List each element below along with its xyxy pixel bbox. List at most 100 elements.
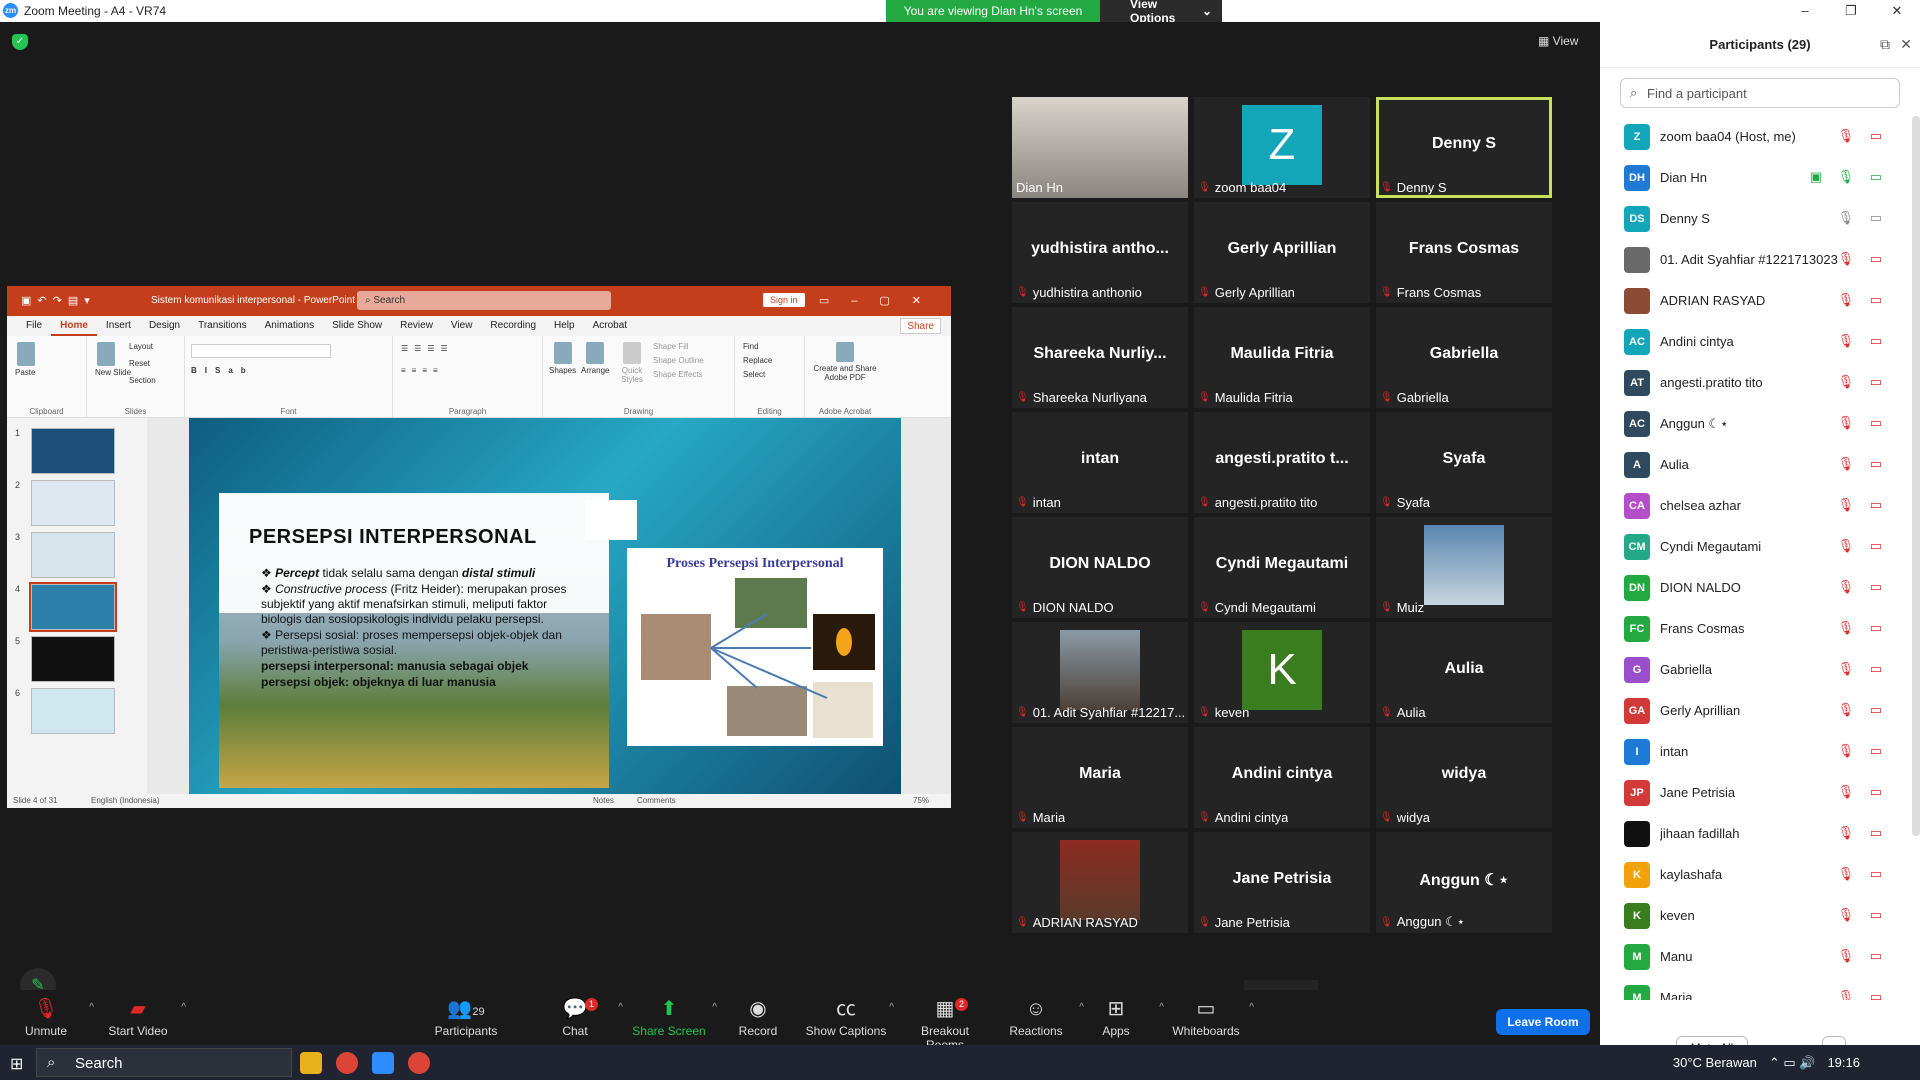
slide-thumbnail[interactable] <box>31 480 115 526</box>
participant-row[interactable]: ADRIAN RASYAD 🎙 ▭ <box>1600 280 1910 321</box>
show-captions-button[interactable]: ㏄ Show Captions ^ <box>804 996 894 1038</box>
unmute-button[interactable]: 🎙 Unmute ^ <box>4 996 94 1038</box>
participant-tile[interactable]: angesti.pratito t... 🎙 angesti.pratito tit… <box>1194 412 1370 513</box>
participant-tile[interactable]: Syafa 🎙 Syafa <box>1376 412 1552 513</box>
ppt-tab-animations[interactable]: Animations <box>256 316 323 336</box>
chrome-icon-2[interactable] <box>408 1052 430 1074</box>
ppt-tab-view[interactable]: View <box>442 316 482 336</box>
participant-tile[interactable]: Aulia 🎙 Aulia <box>1376 622 1552 723</box>
align-buttons[interactable]: ≡≡≡≡ <box>401 366 444 375</box>
ppt-signin-button[interactable]: Sign in <box>763 293 805 307</box>
slide-thumbnail[interactable] <box>31 636 115 682</box>
start-video-button[interactable]: ▰ Start Video ^ <box>96 996 186 1038</box>
participant-tile[interactable]: intan 🎙 intan <box>1012 412 1188 513</box>
font-name-select[interactable] <box>191 344 331 358</box>
participant-row[interactable]: GA Gerly Aprillian 🎙 ▭ <box>1600 690 1910 731</box>
participant-tile[interactable]: 🎙 Muiz <box>1376 517 1552 618</box>
share-screen-button[interactable]: ⬆ Share Screen ^ <box>627 996 717 1038</box>
view-button[interactable]: ▦ View <box>1538 34 1578 48</box>
ppt-tab-help[interactable]: Help <box>545 316 584 336</box>
slide-thumbnail[interactable] <box>29 582 117 632</box>
shared-screen[interactable]: ▣↶↷▤▾ Sistem komunikasi interpersonal - … <box>7 286 951 808</box>
tray-icons[interactable]: ⌃ ▭ 🔊 <box>1769 1055 1816 1071</box>
section-button[interactable]: Section <box>129 376 156 385</box>
shapes-button[interactable]: Shapes <box>549 342 576 375</box>
chevron-up-icon[interactable]: ^ <box>889 1002 894 1013</box>
chevron-up-icon[interactable]: ^ <box>89 1002 94 1013</box>
ppt-tab-acrobat[interactable]: Acrobat <box>584 316 636 336</box>
ppt-tab-transitions[interactable]: Transitions <box>189 316 256 336</box>
chevron-up-icon[interactable]: ^ <box>618 1002 623 1013</box>
zoom-level[interactable]: 75% <box>913 796 929 805</box>
participant-tile[interactable]: Andini cintya 🎙 Andini cintya <box>1194 727 1370 828</box>
participant-tile[interactable]: Maulida Fitria 🎙 Maulida Fitria <box>1194 307 1370 408</box>
participant-row[interactable]: jihaan fadillah 🎙 ▭ <box>1600 813 1910 854</box>
minimize-button[interactable]: – <box>1782 0 1828 22</box>
ppt-tab-insert[interactable]: Insert <box>97 316 140 336</box>
chevron-up-icon[interactable]: ^ <box>1249 1002 1254 1013</box>
ppt-tab-file[interactable]: File <box>17 316 51 336</box>
participant-tile[interactable]: DION NALDO 🎙 DION NALDO <box>1012 517 1188 618</box>
participant-tile[interactable]: Jane Petrisia 🎙 Jane Petrisia <box>1194 832 1370 933</box>
replace-button[interactable]: Replace <box>743 356 772 365</box>
slide-thumbnail[interactable] <box>31 532 115 578</box>
participant-tile[interactable]: Anggun ☾⋆ 🎙 Anggun ☾⋆ <box>1376 832 1552 933</box>
participant-row[interactable]: Iintan 🎙 ▭ <box>1600 731 1910 772</box>
find-button[interactable]: Find <box>743 342 759 351</box>
view-options-button[interactable]: View Options ⌄ <box>1100 0 1222 25</box>
font-format-buttons[interactable]: BISab <box>191 366 254 375</box>
participant-row[interactable]: JP Jane Petrisia 🎙 ▭ <box>1600 772 1910 813</box>
ppt-window-controls[interactable]: ▭–▢✕ <box>819 294 943 307</box>
participant-row[interactable]: G Gabriella 🎙 ▭ <box>1600 649 1910 690</box>
participant-row[interactable]: AC Andini cintya 🎙 ▭ <box>1600 321 1910 362</box>
ppt-share-button[interactable]: Share <box>900 318 941 334</box>
close-button[interactable]: ✕ <box>1874 0 1920 22</box>
zoom-taskbar-icon[interactable] <box>372 1052 394 1074</box>
breakout-rooms-button[interactable]: ▦2Breakout Rooms <box>903 996 987 1052</box>
participant-tile[interactable]: K 🎙 keven <box>1194 622 1370 723</box>
chevron-up-icon[interactable]: ^ <box>181 1002 186 1013</box>
quick-access-icons[interactable]: ▣↶↷▤▾ <box>21 294 96 307</box>
participant-row[interactable]: AC Anggun ☾⋆ 🎙 ▭ <box>1600 403 1910 444</box>
current-slide[interactable]: PERSEPSI INTERPERSONAL ❖ Percept tidak s… <box>189 418 901 798</box>
find-participant-input[interactable]: ⌕ Find a participant <box>1620 78 1900 108</box>
participant-tile[interactable]: Dian Hn <box>1012 97 1188 198</box>
arrange-button[interactable]: Arrange <box>581 342 609 375</box>
chrome-icon[interactable] <box>336 1052 358 1074</box>
maximize-button[interactable]: ❐ <box>1828 0 1874 22</box>
participant-tile[interactable]: 🎙 ADRIAN RASYAD <box>1012 832 1188 933</box>
ppt-tab-home[interactable]: Home <box>51 316 97 336</box>
comments-button[interactable]: Comments <box>637 796 676 805</box>
new-slide-button[interactable]: New Slide <box>95 342 131 377</box>
encryption-shield-icon[interactable]: ✓ <box>12 34 28 50</box>
participant-row[interactable]: A Aulia 🎙 ▭ <box>1600 444 1910 485</box>
participant-row[interactable]: M Manu 🎙 ▭ <box>1600 936 1910 977</box>
quick-styles-button[interactable]: Quick Styles <box>617 342 647 384</box>
participant-tile[interactable]: Denny S 🎙 Denny S <box>1376 97 1552 198</box>
select-button[interactable]: Select <box>743 370 765 379</box>
shape-fill-button[interactable]: Shape Fill <box>653 342 689 351</box>
participant-row[interactable]: DH Dian Hn ▣ 🎙 ▭ <box>1600 157 1910 198</box>
participant-tile[interactable]: 🎙 01. Adit Syahfiar #12217... <box>1012 622 1188 723</box>
participant-tile[interactable]: Z 🎙 zoom baa04 <box>1194 97 1370 198</box>
ppt-search-input[interactable]: ⌕ Search <box>357 291 611 310</box>
layout-button[interactable]: Layout <box>129 342 153 351</box>
participant-row[interactable]: Zzoom baa04 (Host, me) 🎙 ▭ <box>1600 116 1910 157</box>
notes-button[interactable]: Notes <box>593 796 614 805</box>
participant-tile[interactable]: Maria 🎙 Maria <box>1012 727 1188 828</box>
create-share-pdf-button[interactable]: Create and Share Adobe PDF <box>809 342 881 382</box>
participant-tile[interactable]: Shareeka Nurliy... 🎙 Shareeka Nurliyana <box>1012 307 1188 408</box>
participant-row[interactable]: DS Denny S 🎙 ▭ <box>1600 198 1910 239</box>
windows-start-icon[interactable]: ⊞ <box>10 1054 23 1074</box>
participant-row[interactable]: Kkaylashafa 🎙 ▭ <box>1600 854 1910 895</box>
participant-row[interactable]: Kkeven 🎙 ▭ <box>1600 895 1910 936</box>
shape-effects-button[interactable]: Shape Effects <box>653 370 703 379</box>
participant-row[interactable]: AT angesti.pratito tito 🎙 ▭ <box>1600 362 1910 403</box>
apps-button[interactable]: ⊞ Apps ^ <box>1074 996 1164 1038</box>
slide-thumbnail[interactable] <box>31 688 115 734</box>
leave-room-button[interactable]: Leave Room <box>1496 1009 1590 1035</box>
participant-row[interactable]: DN DION NALDO 🎙 ▭ <box>1600 567 1910 608</box>
participant-tile[interactable]: Frans Cosmas 🎙 Frans Cosmas <box>1376 202 1552 303</box>
chat-button[interactable]: 💬 1 Chat ^ <box>533 996 623 1038</box>
participant-row[interactable]: FC Frans Cosmas 🎙 ▭ <box>1600 608 1910 649</box>
